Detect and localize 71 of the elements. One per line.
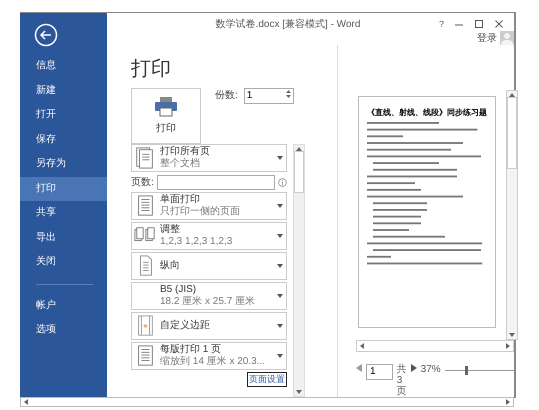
sidebar-item[interactable]: 另存为 bbox=[20, 152, 107, 176]
sidebar-item[interactable]: 关闭 bbox=[20, 250, 107, 274]
sidebar-item[interactable]: 新建 bbox=[20, 78, 107, 103]
scroll-left-icon[interactable] bbox=[24, 399, 28, 405]
sign-in-link[interactable]: 登录 bbox=[477, 31, 497, 45]
caret-icon bbox=[277, 324, 283, 328]
setting-detail: 整个文档 bbox=[160, 158, 200, 170]
setting-dropdown[interactable]: 打印所有页 整个文档 bbox=[131, 144, 287, 172]
setting-title: B5 (JIS) bbox=[160, 284, 196, 296]
sidebar-item[interactable]: 导出 bbox=[20, 226, 107, 250]
scrollbar[interactable] bbox=[293, 144, 305, 397]
caret-icon bbox=[277, 354, 283, 358]
setting-title: 纵向 bbox=[160, 260, 180, 272]
setting-dropdown[interactable]: 纵向 bbox=[131, 252, 287, 280]
sidebar-item[interactable]: 共享 bbox=[20, 201, 107, 226]
print-button[interactable]: 打印 bbox=[131, 88, 201, 144]
page-setup-link[interactable]: 页面设置 bbox=[247, 372, 287, 387]
setting-title: 自定义边距 bbox=[160, 320, 210, 332]
maximize-icon[interactable] bbox=[474, 19, 484, 29]
setting-title: 每版打印 1 页 bbox=[160, 344, 222, 356]
sidebar-item[interactable]: 打印 bbox=[20, 176, 107, 201]
help-button[interactable]: ? bbox=[438, 19, 444, 29]
document-stack-icon bbox=[134, 146, 156, 170]
caret-icon bbox=[277, 234, 283, 238]
scroll-down-icon[interactable] bbox=[296, 390, 302, 394]
setting-dropdown[interactable]: B5 (JIS) 18.2 厘米 x 25.7 厘米 bbox=[131, 282, 287, 310]
pages-label: 页数: bbox=[131, 176, 154, 189]
setting-dropdown[interactable]: 调整 1,2,3 1,2,3 1,2,3 bbox=[131, 222, 287, 250]
setting-detail: 18.2 厘米 x 25.7 厘米 bbox=[160, 296, 256, 308]
scrollbar[interactable] bbox=[356, 340, 514, 352]
scrollbar[interactable] bbox=[506, 90, 518, 340]
caret-icon bbox=[277, 264, 283, 268]
scroll-thumb[interactable] bbox=[507, 97, 517, 169]
caret-icon bbox=[277, 294, 283, 298]
page-count: 共 3 页 bbox=[396, 364, 407, 397]
scroll-right-icon[interactable] bbox=[506, 343, 510, 349]
spinner-arrows-icon[interactable] bbox=[286, 89, 291, 99]
setting-dropdown[interactable]: 每版打印 1 页 缩放到 14 厘米 x 20.3... bbox=[131, 342, 287, 370]
sidebar-item[interactable]: 保存 bbox=[20, 128, 107, 152]
setting-dropdown[interactable]: 单面打印 只打印一侧的页面 bbox=[131, 192, 287, 220]
caret-icon bbox=[277, 204, 283, 208]
document-title: 《直线、射线、线段》同步练习题 bbox=[367, 107, 487, 118]
previous-page-icon[interactable] bbox=[356, 364, 362, 372]
sidebar-item[interactable]: 信息 bbox=[20, 54, 107, 78]
pages-field[interactable] bbox=[156, 174, 275, 190]
setting-detail: 只打印一侧的页面 bbox=[160, 206, 240, 218]
caret-icon bbox=[277, 156, 283, 160]
setting-title: 单面打印 bbox=[160, 194, 200, 206]
scroll-down-icon[interactable] bbox=[509, 333, 515, 337]
window-title: 数学试卷.docx [兼容模式] - Word bbox=[214, 18, 362, 31]
printer-icon bbox=[154, 97, 178, 117]
close-icon[interactable] bbox=[494, 19, 504, 29]
scroll-left-icon[interactable] bbox=[360, 343, 364, 349]
scroll-right-icon[interactable] bbox=[506, 399, 510, 405]
setting-title: 打印所有页 bbox=[160, 146, 210, 158]
sidebar-item[interactable]: 选项 bbox=[20, 318, 107, 342]
page-number-field[interactable]: 1 bbox=[366, 364, 393, 380]
sidebar-item[interactable]: 帐户 bbox=[20, 294, 107, 318]
copies-spinner[interactable]: 1 bbox=[244, 88, 294, 104]
next-page-icon[interactable] bbox=[410, 364, 417, 372]
info-icon bbox=[278, 178, 287, 186]
setting-dropdown[interactable]: 自定义边距 bbox=[131, 312, 287, 340]
setting-detail: 1,2,3 1,2,3 1,2,3 bbox=[160, 236, 232, 248]
scroll-thumb[interactable] bbox=[294, 151, 304, 193]
scrollbar[interactable] bbox=[20, 397, 514, 407]
page-heading: 打印 bbox=[131, 57, 172, 82]
sidebar-item[interactable]: 打开 bbox=[20, 103, 107, 128]
setting-title: 调整 bbox=[160, 224, 180, 236]
zoom-percentage: 37% bbox=[420, 364, 441, 375]
setting-detail: 缩放到 14 厘米 x 20.3... bbox=[160, 356, 266, 368]
copies-label: 份数: bbox=[215, 89, 238, 102]
